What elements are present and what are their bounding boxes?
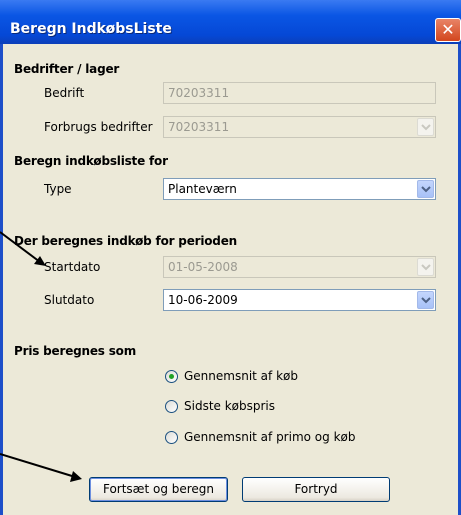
chevron-down-icon: [421, 124, 431, 131]
label-forbrugs: Forbrugs bedrifter: [44, 120, 153, 134]
radio-primo[interactable]: Gennemsnit af primo og køb: [165, 430, 355, 444]
startdato-dropdown-button[interactable]: [417, 258, 434, 276]
radio-button[interactable]: [165, 399, 178, 413]
type-value: Planteværn: [168, 182, 237, 196]
label-type: Type: [44, 182, 72, 196]
forbrugs-bedrifter-combo[interactable]: 70203311: [163, 116, 436, 138]
forbrugs-value: 70203311: [168, 120, 230, 134]
radio-button-selected[interactable]: [165, 369, 178, 383]
dialog-body: Bedrifter / lager Bedrift 70203311 Forbr…: [3, 44, 458, 515]
close-icon: ✕: [441, 20, 455, 39]
radio-label: Gennemsnit af primo og køb: [184, 430, 356, 444]
type-dropdown-button[interactable]: [417, 180, 434, 198]
cancel-button[interactable]: Fortryd: [242, 477, 390, 502]
section-beregn: Beregn indkøbsliste for: [14, 154, 168, 168]
chevron-down-icon: [421, 186, 431, 193]
radio-label: Gennemsnit af køb: [184, 369, 298, 383]
bedrift-field[interactable]: 70203311: [163, 82, 436, 104]
startdato-combo[interactable]: 01-05-2008: [163, 256, 436, 278]
window-title: Beregn IndkøbsListe: [10, 21, 172, 37]
section-periode: Der beregnes indkøb for perioden: [14, 234, 237, 248]
radio-label: Sidste købspris: [184, 399, 276, 413]
radio-button[interactable]: [165, 430, 178, 444]
dialog-window: Beregn IndkøbsListe ✕ Bedrifter / lager …: [0, 0, 461, 515]
continue-button[interactable]: Fortsæt og beregn: [89, 477, 228, 502]
startdato-value: 01-05-2008: [168, 260, 238, 274]
radio-gennemsnit[interactable]: Gennemsnit af køb: [165, 369, 298, 383]
type-combo[interactable]: Planteværn: [163, 178, 436, 200]
close-button[interactable]: ✕: [435, 18, 461, 42]
section-bedrifter: Bedrifter / lager: [14, 62, 120, 76]
section-pris: Pris beregnes som: [14, 344, 137, 358]
label-bedrift: Bedrift: [44, 86, 85, 100]
chevron-down-icon: [421, 297, 431, 304]
chevron-down-icon: [421, 264, 431, 271]
label-startdato: Startdato: [44, 260, 101, 274]
slutdato-value: 10-06-2009: [168, 293, 238, 307]
radio-sidste[interactable]: Sidste købspris: [165, 399, 275, 413]
slutdato-dropdown-button[interactable]: [417, 291, 434, 309]
title-bar[interactable]: Beregn IndkøbsListe ✕: [0, 0, 461, 44]
slutdato-combo[interactable]: 10-06-2009: [163, 289, 436, 311]
forbrugs-dropdown-button[interactable]: [417, 118, 434, 136]
label-slutdato: Slutdato: [44, 293, 95, 307]
bedrift-value: 70203311: [168, 86, 230, 100]
